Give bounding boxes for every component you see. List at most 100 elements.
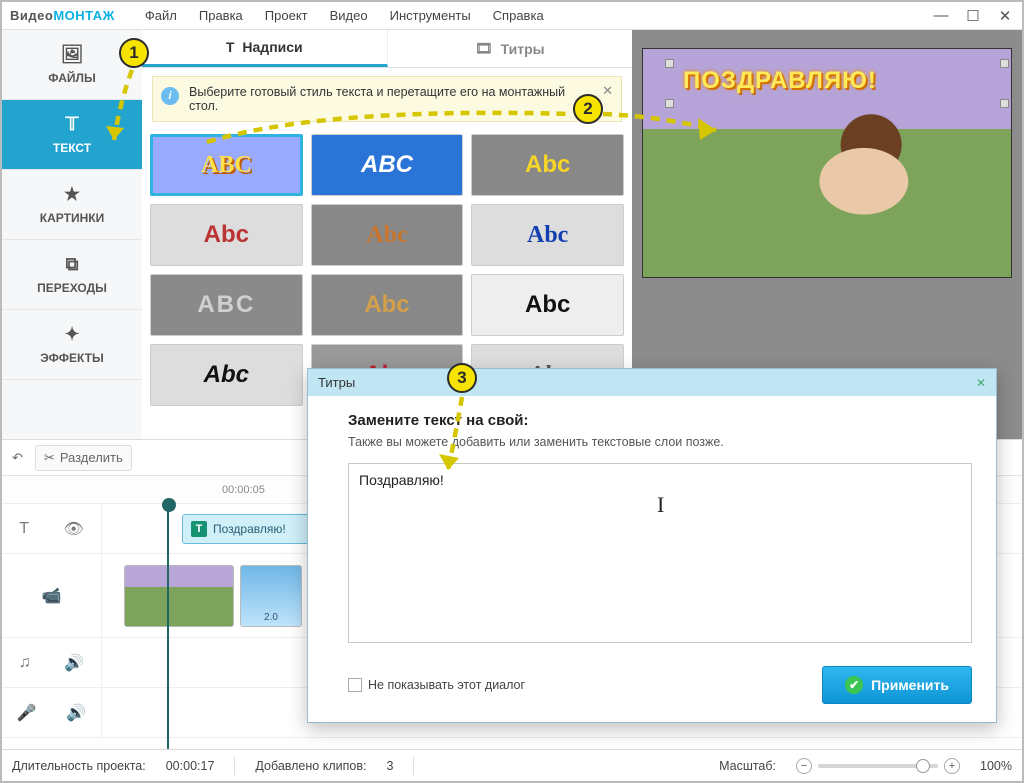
tab-titles[interactable]: 🎞 Титры: [388, 30, 633, 67]
zoom-control: − +: [796, 758, 960, 774]
style-7[interactable]: Abc: [311, 274, 464, 336]
tab-titles-label: Титры: [501, 41, 545, 57]
text-clip[interactable]: T Поздравляю!: [182, 514, 322, 544]
resize-handle-tr[interactable]: [1000, 59, 1009, 68]
dialog-close-icon[interactable]: ✕: [976, 376, 986, 390]
style-1[interactable]: ABC: [311, 134, 464, 196]
resize-handle-tl[interactable]: [665, 59, 674, 68]
dialog-body: Замените текст на свой: Также вы можете …: [308, 396, 996, 722]
speaker-icon-2[interactable]: 🔊: [66, 703, 86, 723]
sidebar-label-effects: ЭФФЕКТЫ: [40, 351, 103, 365]
dialog-textarea[interactable]: [348, 463, 972, 643]
divider: [413, 757, 414, 775]
sidebar-item-pictures[interactable]: ★ КАРТИНКИ: [2, 170, 142, 240]
resize-handle-bl[interactable]: [665, 99, 674, 108]
dialog-heading: Замените текст на свой:: [348, 412, 972, 429]
sidebar-item-files[interactable]: 🖼 ФАЙЛЫ: [2, 30, 142, 100]
track-audio-head: ♫ 🔊: [2, 638, 102, 687]
sidebar-label-text: ТЕКСТ: [53, 141, 91, 155]
maximize-icon[interactable]: ☐: [964, 7, 982, 25]
style-3[interactable]: Abc: [150, 204, 303, 266]
check-icon: ✔: [845, 676, 863, 694]
zoom-slider-knob[interactable]: [916, 759, 930, 773]
dialog-footer: Не показывать этот диалог ✔ Применить: [348, 666, 972, 704]
style-2[interactable]: Abc: [471, 134, 624, 196]
menu-edit[interactable]: Правка: [199, 8, 243, 23]
speaker-icon[interactable]: 🔊: [64, 653, 84, 673]
clips-label: Добавлено клипов:: [255, 759, 366, 773]
minimize-icon[interactable]: —: [932, 7, 950, 25]
sidebar-item-transitions[interactable]: ⧉ ПЕРЕХОДЫ: [2, 240, 142, 310]
status-bar: Длительность проекта: 00:00:17 Добавлено…: [2, 749, 1022, 781]
track-voice-head: 🎤 🔊: [2, 688, 102, 737]
apply-button[interactable]: ✔ Применить: [822, 666, 972, 704]
style-4[interactable]: Abc: [311, 204, 464, 266]
mic-icon: 🎤: [17, 703, 37, 723]
style-8[interactable]: Abc: [471, 274, 624, 336]
image-icon: 🖼: [61, 44, 84, 65]
zoom-out-button[interactable]: −: [796, 758, 812, 774]
tab-captions[interactable]: T Надписи: [142, 30, 388, 67]
menu-tools[interactable]: Инструменты: [390, 8, 471, 23]
text-clip-label: Поздравляю!: [213, 522, 286, 536]
zoom-value: 100%: [980, 759, 1012, 773]
style-0[interactable]: ABC: [150, 134, 303, 196]
menu-file[interactable]: Файл: [145, 8, 177, 23]
preview-frame[interactable]: ПОЗДРАВЛЯЮ!: [642, 48, 1012, 278]
text-clip-icon: T: [191, 521, 207, 537]
preview-overlay-text[interactable]: ПОЗДРАВЛЯЮ!: [683, 67, 1005, 95]
hint-text: Выберите готовый стиль текста и перетащи…: [189, 85, 565, 113]
resize-handle-br[interactable]: [1000, 99, 1009, 108]
star-icon: ★: [64, 184, 80, 205]
t-icon: T: [226, 39, 235, 55]
tab-captions-label: Надписи: [242, 39, 302, 55]
style-5[interactable]: Abc: [471, 204, 624, 266]
playhead[interactable]: [167, 504, 169, 749]
zoom-slider[interactable]: [818, 764, 938, 768]
dont-show-checkbox[interactable]: Не показывать этот диалог: [348, 678, 525, 692]
app-logo: ВидеоМОНТАЖ: [10, 8, 115, 23]
track-video-head: 📹: [2, 554, 102, 637]
film-icon: 🎞: [475, 40, 493, 57]
text-tabs: T Надписи 🎞 Титры: [142, 30, 632, 68]
annotation-badge-1: 1: [119, 38, 149, 68]
zoom-in-button[interactable]: +: [944, 758, 960, 774]
dialog-titlebar[interactable]: Титры ✕: [308, 369, 996, 396]
annotation-badge-3: 3: [447, 363, 477, 393]
ruler-tick-0: 00:00:05: [222, 484, 265, 496]
divider: [234, 757, 235, 775]
undo-icon[interactable]: ↶: [12, 450, 23, 466]
sidebar: 🖼 ФАЙЛЫ 𝕋 ТЕКСТ ★ КАРТИНКИ ⧉ ПЕРЕХОДЫ ✦ …: [2, 30, 142, 439]
zoom-label: Масштаб:: [719, 759, 776, 773]
split-button[interactable]: ✂ Разделить: [35, 445, 132, 471]
menu-video[interactable]: Видео: [330, 8, 368, 23]
track-text-head: T 👁: [2, 504, 102, 553]
sidebar-item-effects[interactable]: ✦ ЭФФЕКТЫ: [2, 310, 142, 380]
text-cursor-icon: I: [657, 492, 664, 518]
menu-items: Файл Правка Проект Видео Инструменты Спр…: [145, 8, 544, 23]
menu-help[interactable]: Справка: [493, 8, 544, 23]
sidebar-label-transitions: ПЕРЕХОДЫ: [37, 281, 107, 295]
checkbox-icon[interactable]: [348, 678, 362, 692]
text-track-icon: T: [19, 520, 29, 538]
titles-dialog: Титры ✕ Замените текст на свой: Также вы…: [307, 368, 997, 723]
sidebar-item-text[interactable]: 𝕋 ТЕКСТ: [2, 100, 142, 170]
close-icon[interactable]: ✕: [996, 7, 1014, 25]
annotation-badge-2: 2: [573, 94, 603, 124]
app-window: ВидеоМОНТАЖ Файл Правка Проект Видео Инс…: [0, 0, 1024, 783]
eye-icon[interactable]: 👁: [63, 519, 83, 539]
duration-label: Длительность проекта:: [12, 759, 146, 773]
scissors-icon: ✂: [44, 450, 55, 466]
split-label: Разделить: [60, 450, 123, 465]
duration-value: 00:00:17: [166, 759, 215, 773]
style-9[interactable]: Abc: [150, 344, 303, 406]
hint-banner: i Выберите готовый стиль текста и перета…: [152, 76, 622, 122]
hint-close-icon[interactable]: ✕: [602, 83, 613, 99]
video-clip-1[interactable]: [124, 565, 234, 627]
menu-project[interactable]: Проект: [265, 8, 308, 23]
window-controls: — ☐ ✕: [932, 7, 1014, 25]
camera-icon: 📹: [42, 586, 62, 606]
video-clip-2[interactable]: 2.0: [240, 565, 302, 627]
style-6[interactable]: ABC: [150, 274, 303, 336]
dialog-title-text: Титры: [318, 375, 355, 390]
